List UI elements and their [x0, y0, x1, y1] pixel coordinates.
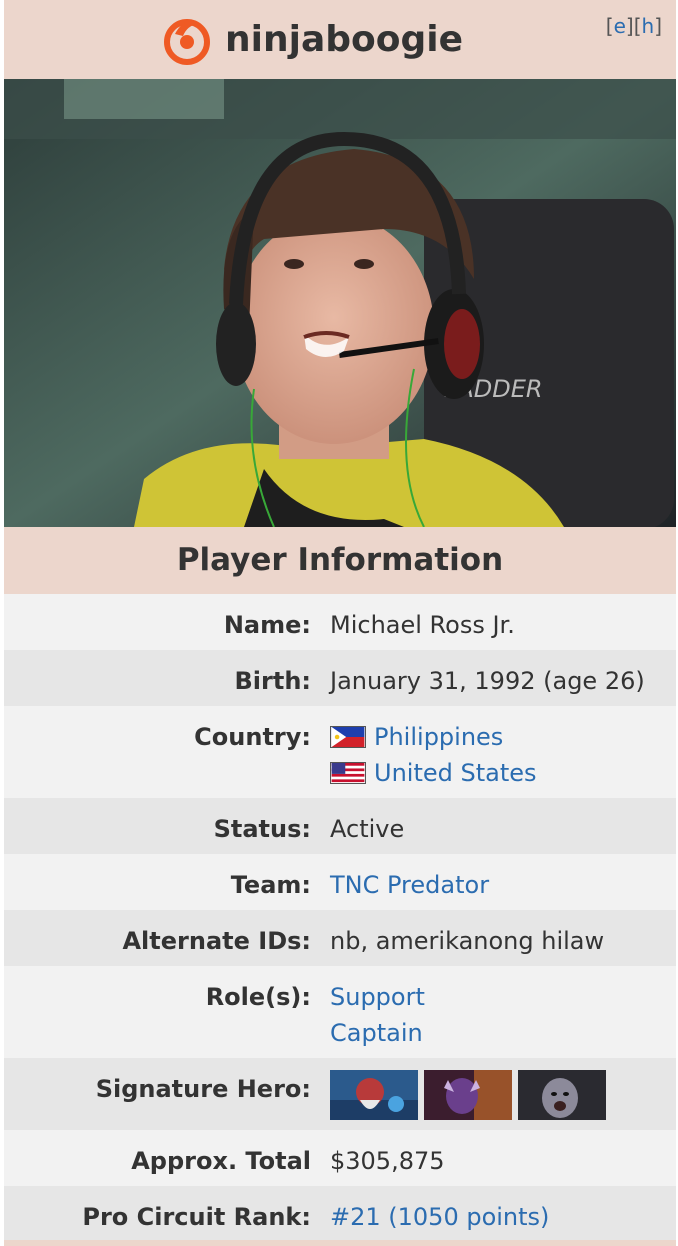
label-earnings: Approx. Total Earnings:: [131, 1147, 311, 1211]
row-country: Country: Philippines United States: [4, 706, 676, 798]
philippines-flag-icon: [330, 726, 366, 748]
label-status: Status:: [213, 815, 311, 843]
label-alternate-ids: Alternate IDs:: [122, 927, 311, 955]
section-player-information: Player Information: [4, 527, 676, 594]
value-earnings: $305,875: [330, 1147, 445, 1175]
team-link[interactable]: TNC Predator: [330, 871, 489, 899]
value-name: Michael Ross Jr.: [330, 611, 515, 639]
edit-links: [e][h]: [605, 14, 662, 38]
value-status: Active: [330, 815, 405, 843]
label-team: Team:: [230, 871, 311, 899]
label-birth: Birth:: [234, 667, 311, 695]
row-alternate-ids: Alternate IDs: nb, amerikanong hilaw: [4, 910, 676, 966]
edit-link[interactable]: e: [614, 14, 626, 38]
value-roles: Support Captain: [330, 966, 676, 1058]
united-states-flag-icon: [330, 762, 366, 784]
value-birth: January 31, 1992 (age 26): [330, 667, 645, 695]
row-birth: Birth: January 31, 1992 (age 26): [4, 650, 676, 706]
label-pro-circuit-rank: Pro Circuit Rank:: [82, 1203, 311, 1231]
row-roles: Role(s): Support Captain: [4, 966, 676, 1058]
role-link-support[interactable]: Support: [330, 983, 425, 1011]
row-name: Name: Michael Ross Jr.: [4, 594, 676, 650]
row-signature-hero: Signature Hero:: [4, 1058, 676, 1130]
infobox-bottom-bar: [4, 1240, 676, 1246]
row-pro-circuit-rank: Pro Circuit Rank: #21 (1050 points): [4, 1186, 676, 1240]
label-roles: Role(s):: [205, 983, 311, 1011]
value-country: Philippines United States: [330, 706, 676, 798]
country-link-united-states[interactable]: United States: [374, 755, 537, 791]
country-link-philippines[interactable]: Philippines: [374, 719, 503, 755]
hero-portrait-1[interactable]: [330, 1070, 418, 1120]
hero-portrait-2[interactable]: [424, 1070, 512, 1120]
label-name: Name:: [223, 611, 311, 639]
row-status: Status: Active: [4, 798, 676, 854]
label-country: Country:: [194, 723, 311, 751]
role-link-captain[interactable]: Captain: [330, 1019, 423, 1047]
value-alternate-ids: nb, amerikanong hilaw: [330, 927, 605, 955]
pro-circuit-rank-link[interactable]: #21 (1050 points): [330, 1203, 549, 1231]
player-photo: LADDER: [4, 79, 676, 527]
page-title: ninjaboogie: [225, 19, 463, 60]
row-earnings: Approx. Total Earnings: $305,875: [4, 1130, 676, 1211]
row-team: Team: TNC Predator: [4, 854, 676, 910]
history-link[interactable]: h: [642, 14, 655, 38]
hero-portrait-3[interactable]: [518, 1070, 606, 1120]
label-signature-hero: Signature Hero:: [95, 1075, 311, 1103]
infobox-header: ninjaboogie [e][h]: [4, 0, 676, 79]
player-infobox: ninjaboogie [e][h] LADDER Player Informa…: [4, 0, 676, 1246]
